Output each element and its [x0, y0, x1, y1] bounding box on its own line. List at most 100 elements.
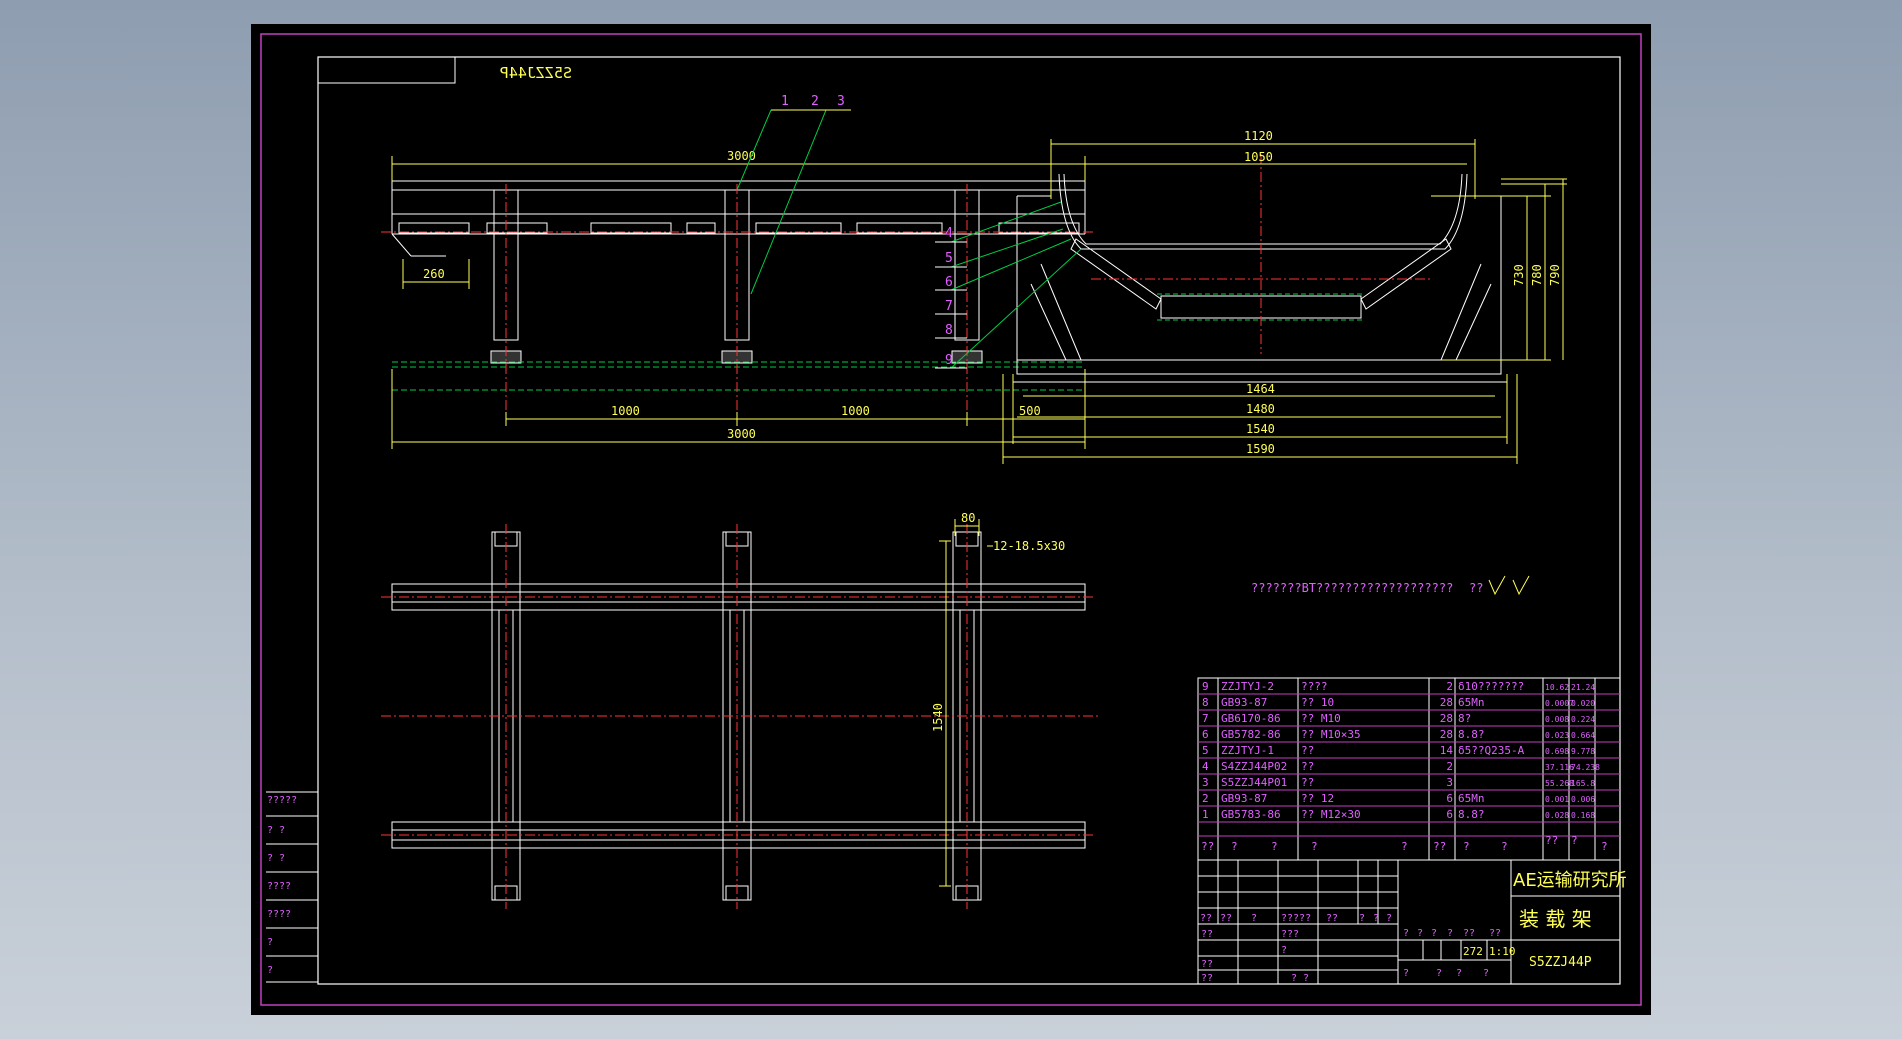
bom-cell-unit: 0.0007 — [1545, 699, 1574, 708]
bom-hdr-7: ? — [1463, 840, 1470, 853]
tb-left-5: ?? — [1201, 973, 1213, 984]
bom-cell-no: 8 — [1202, 696, 1209, 709]
front-belt-hidden — [392, 361, 1085, 391]
bom-cell-material: 8.8? — [1458, 808, 1485, 821]
surface-symbols — [1488, 575, 1530, 596]
tb-stage-9: ? — [1456, 968, 1462, 979]
bom-rows: 9 ZZJTYJ-2???? 2 δ10??????? 10.62 21.24 8 GB93-… — [1202, 680, 1600, 821]
strip-label-4: ???? — [267, 881, 291, 892]
bom-cell-code: ZZJTYJ-1 — [1221, 744, 1274, 757]
stamp-box — [317, 56, 456, 84]
bom-cell-material: 8? — [1458, 712, 1471, 725]
dim-b3: 1540 — [1246, 422, 1275, 436]
weight-value: 272 — [1463, 945, 1483, 958]
dim-hole-spacing: 260 — [423, 267, 445, 281]
balloon-6: 6 — [945, 275, 953, 290]
tb-label-3: ? — [1251, 913, 1257, 924]
drawing-sheet: S5ZZJ44P 3000 260 1000 1000 500 3000 1 2… — [251, 24, 1651, 1015]
bom-cell-unit: 10.62 — [1545, 683, 1569, 692]
tb-stage-6: ?? — [1489, 928, 1501, 939]
balloon-4: 4 — [945, 226, 953, 241]
bom-cell-name: ?? M10 — [1301, 712, 1341, 725]
bom-cell-name: ?? M10×35 — [1301, 728, 1361, 741]
bom-cell-qty: 14 — [1440, 744, 1454, 757]
drawing-number: S5ZZJ44P — [1529, 955, 1592, 970]
bom-cell-code: GB93-87 — [1221, 696, 1267, 709]
tb-label-2: ?? — [1220, 913, 1232, 924]
tb-stage-3: ? — [1431, 928, 1437, 939]
bom-cell-unit: 37.116 — [1545, 763, 1574, 772]
bom-cell-code: GB5783-86 — [1221, 808, 1281, 821]
bom-hdr-1: ?? — [1201, 840, 1214, 853]
bom-hdr-2: ? — [1231, 840, 1238, 853]
surface-note: ?? — [1469, 581, 1483, 595]
balloon-8: 8 — [945, 323, 953, 338]
strip-label-5: ???? — [267, 909, 291, 920]
tb-left-4: ? — [1281, 945, 1287, 956]
front-centerlines — [381, 184, 1096, 414]
bom-cell-total: 165.8 — [1571, 779, 1595, 788]
bom-cell-material: 65Mn — [1458, 696, 1485, 709]
balloon-7: 7 — [945, 299, 953, 314]
strip-label-1: ????? — [267, 795, 297, 806]
bom-cell-qty: 28 — [1440, 696, 1453, 709]
bom-cell-code: GB93-87 — [1221, 792, 1267, 805]
tb-left-2: ??? — [1281, 929, 1299, 940]
bom-cell-total: 0.664 — [1571, 731, 1595, 740]
bom-hdr-4: ? — [1311, 840, 1318, 853]
bom-cell-name: ?? 12 — [1301, 792, 1334, 805]
cad-drawing: S5ZZJ44P 3000 260 1000 1000 500 3000 1 2… — [260, 33, 1642, 1006]
bom-cell-qty: 2 — [1446, 680, 1453, 693]
bom-cell-code: S4ZZJ44P02 — [1221, 760, 1287, 773]
bom-cell-unit: 0.028 — [1545, 811, 1569, 820]
dim-span-1: 1000 — [611, 404, 640, 418]
dim-b2: 1480 — [1246, 402, 1275, 416]
tb-stage-10: ? — [1483, 968, 1489, 979]
bom-cell-name: ?? — [1301, 744, 1314, 757]
bom-cell-no: 3 — [1202, 776, 1209, 789]
dim-span-2: 1000 — [841, 404, 870, 418]
outer-border — [260, 33, 1642, 1006]
dim-h3: 790 — [1548, 264, 1562, 286]
bom-cell-no: 1 — [1202, 808, 1209, 821]
plan-centerlines — [381, 524, 1101, 909]
dim-b4: 1590 — [1246, 442, 1275, 456]
bom-hdr-3: ? — [1271, 840, 1278, 853]
tb-label-8: ? — [1386, 913, 1392, 924]
balloon-2: 2 — [811, 94, 819, 109]
bom-cell-code: ZZJTYJ-2 — [1221, 680, 1274, 693]
bom-cell-unit: 0.008 — [1545, 715, 1569, 724]
front-leaders — [736, 109, 851, 295]
bom-cell-qty: 2 — [1446, 760, 1453, 773]
bom-cell-name: ?? — [1301, 760, 1314, 773]
bom-cell-no: 4 — [1202, 760, 1209, 773]
bom-cell-name: ?? 10 — [1301, 696, 1334, 709]
balloon-5: 5 — [945, 251, 953, 266]
bom-cell-total: 0.224 — [1571, 715, 1595, 724]
balloon-3: 3 — [837, 94, 845, 109]
bom-cell-total: 0.020 — [1571, 699, 1595, 708]
bom-cell-name: ?? M12×30 — [1301, 808, 1361, 821]
strip-label-7: ? — [267, 965, 273, 976]
bom-cell-material: δ10??????? — [1458, 680, 1524, 693]
bom-cell-qty: 28 — [1440, 728, 1453, 741]
dim-h1: 730 — [1512, 264, 1526, 286]
tb-label-5: ?? — [1326, 913, 1338, 924]
dim-plan-holes: 12-18.5x30 — [993, 539, 1065, 553]
bom-cell-total: 9.778 — [1571, 747, 1595, 756]
bom-cell-qty: 6 — [1446, 792, 1453, 805]
tb-stage-8: ? — [1436, 968, 1442, 979]
balloon-9: 9 — [945, 353, 953, 368]
front-view — [391, 180, 1086, 364]
bom-cell-no: 7 — [1202, 712, 1209, 725]
bom-cell-no: 2 — [1202, 792, 1209, 805]
bom-cell-qty: 28 — [1440, 712, 1453, 725]
bom-cell-total: 0.006 — [1571, 795, 1595, 804]
tech-note: ???????BT??????????????????? — [1251, 581, 1453, 595]
bom-cell-total: 74.238 — [1571, 763, 1600, 772]
bom-cell-no: 6 — [1202, 728, 1209, 741]
bom-cell-code: S5ZZJ44P01 — [1221, 776, 1287, 789]
drawing-name: 装 载 架 — [1519, 907, 1592, 931]
tb-stage-7: ? — [1403, 968, 1409, 979]
dim-w1: 1120 — [1244, 129, 1273, 143]
